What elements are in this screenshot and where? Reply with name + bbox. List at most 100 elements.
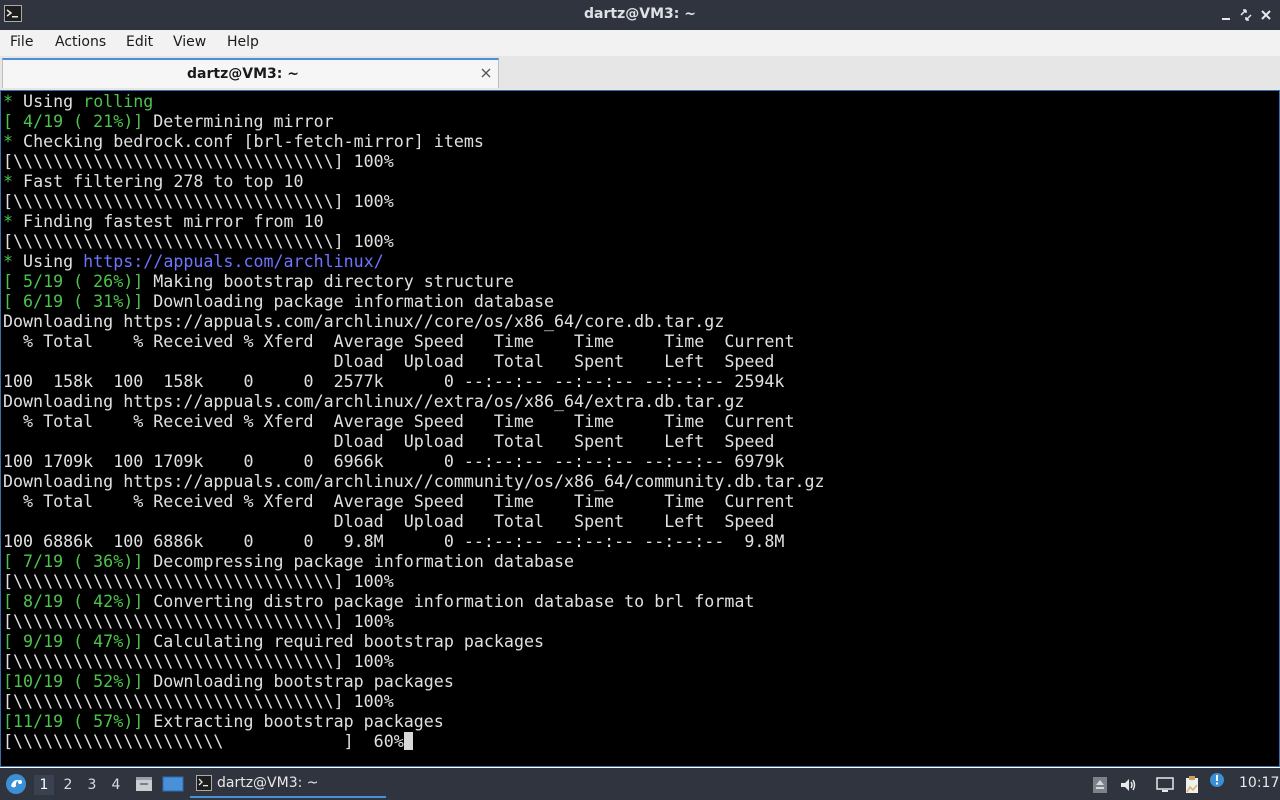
terminal-line: * Finding fastest mirror from 10 <box>3 212 825 232</box>
terminal-line: [\\\\\\\\\\\\\\\\\\\\\\\\\\\\\\\\] 100% <box>3 192 825 212</box>
close-window-icon[interactable] <box>1257 6 1275 24</box>
close-tab-icon[interactable] <box>479 66 493 80</box>
terminal-line: [11/19 ( 57%)] Extracting bootstrap pack… <box>3 712 825 732</box>
file-manager-icon[interactable] <box>134 774 154 794</box>
terminal-segment: [ 9/19 ( 47%)] <box>3 632 144 651</box>
terminal-segment: [\\\\\\\\\\\\\\\\\\\\\\\\\\\\\\\\] 100% <box>3 192 394 211</box>
terminal-line: [10/19 ( 52%)] Downloading bootstrap pac… <box>3 672 825 692</box>
terminal-segment: Using <box>23 92 84 111</box>
terminal-segment: [ 4/19 ( 21%)] <box>3 112 144 131</box>
terminal-line: % Total % Received % Xferd Average Speed… <box>3 332 825 352</box>
terminal-segment: [ 7/19 ( 36%)] <box>3 552 144 571</box>
terminal-segment: [\\\\\\\\\\\\\\\\\\\\\\\\\\\\\\\\] 100% <box>3 652 394 671</box>
terminal-line: % Total % Received % Xferd Average Speed… <box>3 412 825 432</box>
terminal-cursor <box>403 732 413 750</box>
terminal-segment: [ 6/19 ( 31%)] <box>3 292 144 311</box>
terminal-line: [ 9/19 ( 47%)] Calculating required boot… <box>3 632 825 652</box>
terminal-segment: * <box>3 252 24 271</box>
terminal-line: [ 6/19 ( 31%)] Downloading package infor… <box>3 292 825 312</box>
network-icon[interactable] <box>1155 775 1175 795</box>
terminal-segment: Using <box>23 252 84 271</box>
terminal-line: Downloading https://appuals.com/archlinu… <box>3 312 825 332</box>
terminal-line: [ 5/19 ( 26%)] Making bootstrap director… <box>3 272 825 292</box>
terminal-tab[interactable]: dartz@VM3: ~ <box>2 58 499 88</box>
workspace-2[interactable]: 2 <box>58 775 78 795</box>
terminal-segment: % Total % Received % Xferd Average Speed… <box>3 492 795 511</box>
terminal-line: [\\\\\\\\\\\\\\\\\\\\\\\\\\\\\\\\] 100% <box>3 652 825 672</box>
terminal-segment: Dload Upload Total Spent Left Speed <box>3 512 775 531</box>
terminal-line: [\\\\\\\\\\\\\\\\\\\\\\\\\\\\\\\\] 100% <box>3 232 825 252</box>
terminal-segment: [10/19 ( 52%)] <box>3 672 144 691</box>
terminal-segment: [11/19 ( 57%)] <box>3 712 144 731</box>
terminal-line: * Using rolling <box>3 92 825 112</box>
terminal-segment: % Total % Received % Xferd Average Speed… <box>3 412 795 431</box>
terminal-line: * Fast filtering 278 to top 10 <box>3 172 825 192</box>
workspace-4[interactable]: 4 <box>106 775 126 795</box>
tab-label: dartz@VM3: ~ <box>187 66 299 82</box>
terminal-line: Dload Upload Total Spent Left Speed <box>3 352 825 372</box>
terminal-segment: Dload Upload Total Spent Left Speed <box>3 432 775 451</box>
terminal-segment: % Total % Received % Xferd Average Speed… <box>3 332 795 351</box>
terminal-task-icon <box>196 775 212 791</box>
terminal-scrollbar[interactable] <box>1275 91 1279 766</box>
terminal-segment: Downloading https://appuals.com/archlinu… <box>3 312 725 331</box>
terminal-line: [\\\\\\\\\\\\\\\\\\\\\\\\\\\\\\\\] 100% <box>3 152 825 172</box>
terminal-line: [\\\\\\\\\\\\\\\\\\\\\\\\\\\\\\\\] 100% <box>3 572 825 592</box>
menu-edit[interactable]: Edit <box>126 34 153 50</box>
terminal-line: Dload Upload Total Spent Left Speed <box>3 512 825 532</box>
terminal-line: 100 6886k 100 6886k 0 0 9.8M 0 --:--:-- … <box>3 532 825 552</box>
menu-help[interactable]: Help <box>227 34 259 50</box>
terminal-line: [\\\\\\\\\\\\\\\\\\\\\ ] 60% <box>3 732 825 752</box>
eject-icon[interactable] <box>1090 775 1110 795</box>
terminal-segment: * <box>3 172 24 191</box>
menu-bar: File Actions Edit View Help <box>0 30 1280 56</box>
taskbar-task-terminal[interactable]: dartz@VM3: ~ <box>190 770 386 798</box>
terminal-segment: Making bootstrap directory structure <box>143 272 514 291</box>
terminal-output[interactable]: * Using rolling[ 4/19 ( 21%)] Determinin… <box>0 90 1280 767</box>
terminal-text: * Using rolling[ 4/19 ( 21%)] Determinin… <box>3 92 825 752</box>
terminal-segment: Converting distro package information da… <box>143 592 755 611</box>
window-titlebar[interactable]: dartz@VM3: ~ <box>0 0 1280 30</box>
terminal-segment: Fast filtering 278 to top 10 <box>23 172 304 191</box>
terminal-segment: [\\\\\\\\\\\\\\\\\\\\\\\\\\\\\\\\] 100% <box>3 612 394 631</box>
maximize-icon[interactable] <box>1237 6 1255 24</box>
terminal-line: % Total % Received % Xferd Average Speed… <box>3 492 825 512</box>
clipboard-icon[interactable] <box>1182 775 1202 795</box>
terminal-line: 100 1709k 100 1709k 0 0 6966k 0 --:--:--… <box>3 452 825 472</box>
tab-bar: dartz@VM3: ~ <box>0 56 1280 91</box>
terminal-segment: Finding fastest mirror from 10 <box>23 212 324 231</box>
terminal-segment: [\\\\\\\\\\\\\\\\\\\\\\\\\\\\\\\\] 100% <box>3 232 394 251</box>
terminal-segment: Dload Upload Total Spent Left Speed <box>3 352 775 371</box>
terminal-segment: 100 1709k 100 1709k 0 0 6966k 0 --:--:--… <box>3 452 785 471</box>
workspace-1[interactable]: 1 <box>34 775 54 795</box>
start-menu-icon[interactable] <box>5 773 27 795</box>
terminal-segment: Downloading package information database <box>143 292 555 311</box>
terminal-segment: * <box>3 212 24 231</box>
menu-file[interactable]: File <box>10 34 33 50</box>
window-title: dartz@VM3: ~ <box>584 6 696 22</box>
terminal-segment: Downloading https://appuals.com/archlinu… <box>3 392 745 411</box>
terminal-segment: [ 5/19 ( 26%)] <box>3 272 144 291</box>
menu-actions[interactable]: Actions <box>55 34 106 50</box>
minimize-icon[interactable] <box>1217 6 1235 24</box>
terminal-line: * Using https://appuals.com/archlinux/ <box>3 252 825 272</box>
terminal-segment: 100 158k 100 158k 0 0 2577k 0 --:--:-- -… <box>3 372 785 391</box>
terminal-link-text[interactable]: https://appuals.com/archlinux/ <box>83 252 384 271</box>
terminal-line: [\\\\\\\\\\\\\\\\\\\\\\\\\\\\\\\\] 100% <box>3 612 825 632</box>
clock[interactable]: 10:17 <box>1239 775 1279 791</box>
terminal-segment: [\\\\\\\\\\\\\\\\\\\\\\\\\\\\\\\\] 100% <box>3 152 394 171</box>
terminal-segment: [\\\\\\\\\\\\\\\\\\\\\\\\\\\\\\\\] 100% <box>3 572 394 591</box>
update-notifier-icon[interactable] <box>1209 772 1225 788</box>
terminal-line: [ 8/19 ( 42%)] Converting distro package… <box>3 592 825 612</box>
terminal-line: [\\\\\\\\\\\\\\\\\\\\\\\\\\\\\\\\] 100% <box>3 692 825 712</box>
workspace-3[interactable]: 3 <box>82 775 102 795</box>
terminal-segment: Checking bedrock.conf [brl-fetch-mirror]… <box>23 132 484 151</box>
terminal-segment: Downloading bootstrap packages <box>143 672 454 691</box>
terminal-segment: Calculating required bootstrap packages <box>143 632 545 651</box>
menu-view[interactable]: View <box>173 34 206 50</box>
terminal-line: Downloading https://appuals.com/archlinu… <box>3 472 825 492</box>
terminal-line: [ 7/19 ( 36%)] Decompressing package inf… <box>3 552 825 572</box>
terminal-segment: [\\\\\\\\\\\\\\\\\\\\\\\\\\\\\\\\] 100% <box>3 692 394 711</box>
show-desktop-icon[interactable] <box>162 774 184 794</box>
volume-icon[interactable] <box>1118 775 1138 795</box>
